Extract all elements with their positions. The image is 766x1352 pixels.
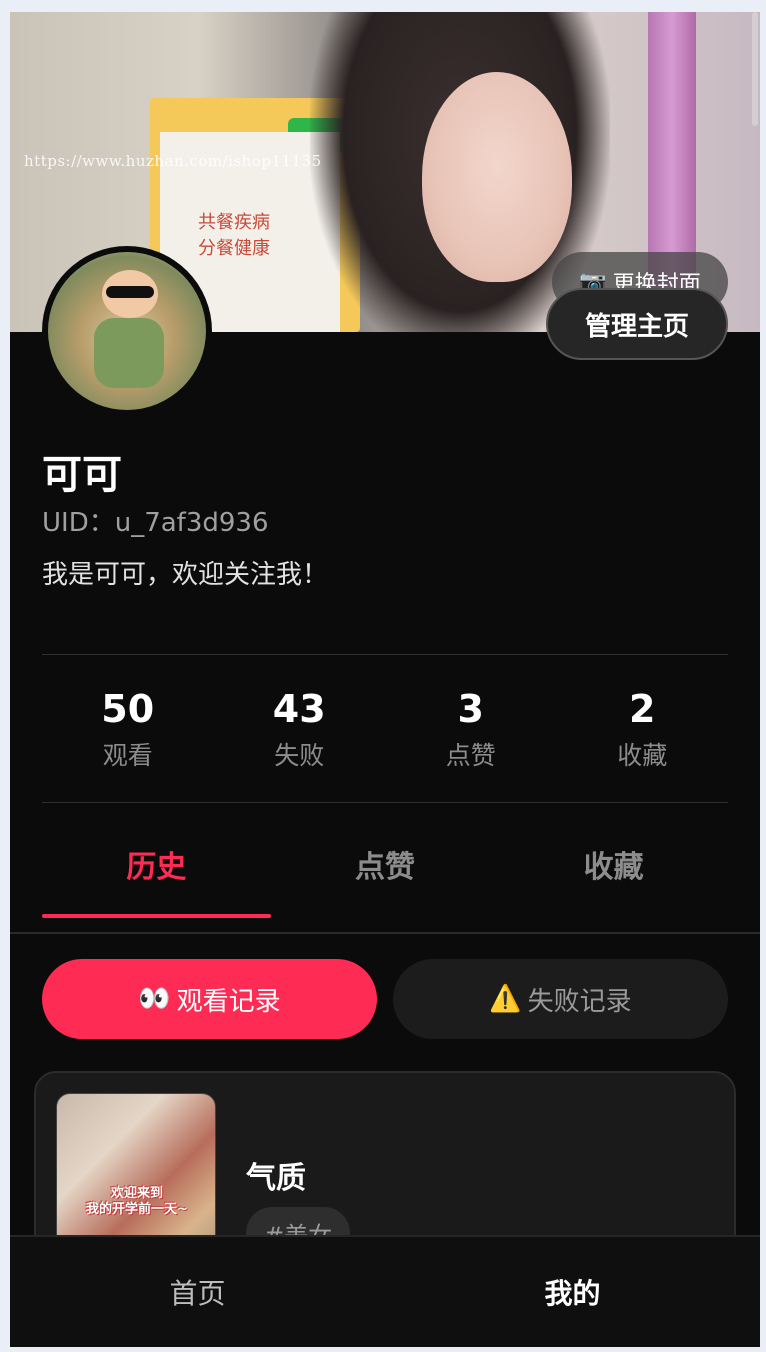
avatar[interactable] [42,246,212,416]
nav-home[interactable]: 首页 [10,1237,385,1347]
manage-homepage-button[interactable]: 管理主页 [546,288,728,360]
app-screen: 共餐疾病 分餐健康 https://www.huzhan.com/ishop11… [10,12,760,1347]
stat-favorites[interactable]: 2 收藏 [557,684,729,772]
thumbnail-caption: 欢迎来到 我的开学前一天~ [86,1186,188,1217]
divider [42,802,728,803]
divider [42,654,728,655]
profile-tabs: 历史 点赞 收藏 [42,842,728,918]
nickname: 可可 [42,452,122,498]
tab-likes[interactable]: 点赞 [271,842,500,916]
tab-history[interactable]: 历史 [42,842,271,918]
video-title: 气质 [246,1161,306,1196]
stats-row: 50 观看 43 失败 3 点赞 2 收藏 [42,684,728,772]
tabs-underline [10,932,760,934]
cover-scrollbar [752,12,758,126]
stat-likes[interactable]: 3 点赞 [385,684,557,772]
tab-favorites[interactable]: 收藏 [499,842,728,916]
bottom-nav: 首页 我的 [10,1235,760,1347]
eyes-icon: 👀 [138,984,171,1014]
watch-history-button[interactable]: 👀 观看记录 [42,959,377,1039]
cover-person-face [422,72,572,282]
nav-mine[interactable]: 我的 [385,1237,760,1347]
bio: 我是可可，欢迎关注我！ [42,560,329,590]
stat-fail[interactable]: 43 失败 [214,684,386,772]
warning-icon: ⚠️ [489,984,522,1014]
fail-history-button[interactable]: ⚠️ 失败记录 [393,959,728,1039]
stat-watch[interactable]: 50 观看 [42,684,214,772]
history-filter: 👀 观看记录 ⚠️ 失败记录 [42,959,728,1039]
cover-watermark: https://www.huzhan.com/ishop11135 [24,152,322,170]
user-id: UID：u_7af3d936 [42,508,269,538]
